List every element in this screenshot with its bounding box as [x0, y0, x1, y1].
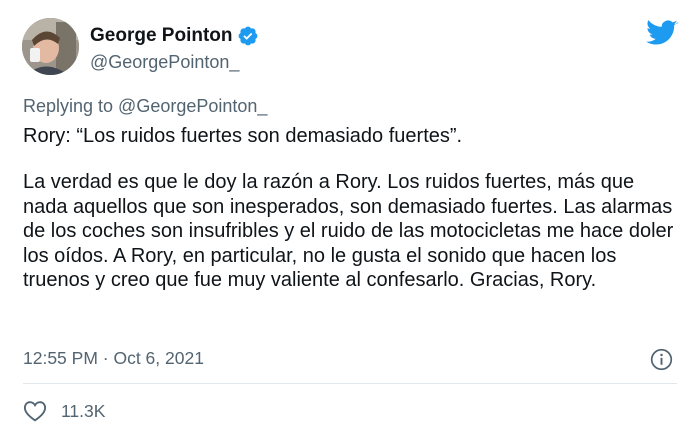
- like-button[interactable]: 11.3K: [23, 400, 105, 422]
- replying-to-text: Replying to @GeorgePointon_: [23, 96, 268, 116]
- verified-badge-icon: [237, 25, 259, 47]
- avatar-image: [22, 18, 79, 75]
- handle[interactable]: @GeorgePointon_: [90, 52, 259, 73]
- display-name[interactable]: George Pointon: [90, 25, 233, 47]
- tweet-timestamp[interactable]: 12:55 PM · Oct 6, 2021: [23, 348, 204, 369]
- avatar[interactable]: [22, 18, 79, 75]
- tweet-text-paragraph: La verdad es que le doy la razón a Rory.…: [23, 171, 674, 291]
- like-count: 11.3K: [61, 400, 106, 421]
- divider: [23, 383, 677, 384]
- info-icon[interactable]: [650, 348, 673, 371]
- tweet-text-line-1: Rory: “Los ruidos fuertes son demasiado …: [23, 125, 463, 147]
- name-row: George Pointon: [90, 24, 259, 48]
- tweet-card: George Pointon @GeorgePointon_ Replying …: [0, 0, 700, 441]
- twitter-bird-icon[interactable]: [646, 20, 678, 47]
- heart-icon: [23, 400, 47, 422]
- author-info: George Pointon @GeorgePointon_: [90, 24, 259, 73]
